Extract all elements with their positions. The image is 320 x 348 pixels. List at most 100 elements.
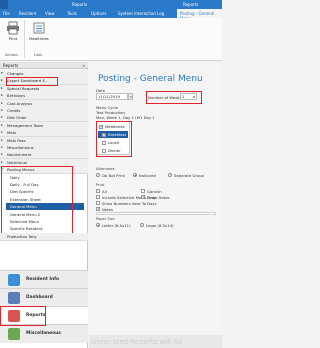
nav-section-label: Dashboard — [26, 295, 53, 300]
tab-view[interactable]: View — [45, 11, 55, 16]
tab-options[interactable]: Options — [91, 11, 106, 16]
paper-size-label: Paper Size — [96, 217, 115, 221]
expand-icon[interactable]: ▸ — [1, 151, 3, 158]
print-option-label: Show Dates — [147, 195, 170, 200]
print-option-checkbox-include-selective-menu-only[interactable] — [96, 195, 100, 199]
print-label: Print — [8, 36, 18, 41]
print-option-checkbox-all[interactable] — [96, 189, 100, 193]
window-title-right: Reports — [183, 2, 199, 7]
alternates-radio-do-not-print[interactable] — [96, 173, 100, 177]
nav-section-label: Resident Info — [26, 277, 60, 282]
resident-info-icon — [8, 274, 20, 286]
nav-group-label: Nutritional — [7, 159, 28, 165]
mealtime-checkbox[interactable] — [102, 140, 106, 145]
ribbon-group-actions: Actions — [5, 53, 19, 57]
mealtime-row-breakfast[interactable]: Breakfast — [98, 131, 128, 138]
nav-group-label: Management Team — [7, 122, 44, 128]
nav-group-label: Diet Order — [7, 115, 27, 121]
window-title-left: Reports — [72, 2, 88, 7]
expand-icon[interactable]: ▸ — [1, 144, 3, 151]
mealtime-row-dinner[interactable]: Dinner — [98, 147, 128, 154]
mealtimes-button[interactable]: Mealtimes — [26, 21, 52, 47]
tab-resident[interactable]: Resident — [19, 11, 36, 16]
miscellaneous-icon — [8, 328, 20, 340]
highlight-reports-section — [0, 306, 46, 326]
nav-group-label: Production Tally — [7, 233, 37, 239]
tab-file[interactable]: File — [3, 11, 10, 16]
print-options-label: Print — [96, 183, 105, 187]
paper-size-radio-legal-8-5x14-[interactable] — [140, 223, 144, 227]
nav-section-resident-info[interactable]: Resident Info — [0, 270, 88, 289]
mealtime-checkbox[interactable] — [99, 124, 103, 129]
expand-icon[interactable]: ▸ — [1, 92, 3, 99]
tab-system-interaction-log[interactable]: System Interaction Log — [118, 11, 164, 16]
mealtime-label: Lunch — [108, 140, 120, 145]
expand-icon[interactable]: ▸ — [1, 77, 3, 84]
nav-pane-title: Reports — [3, 63, 19, 68]
alternates-option-label: Italicized — [139, 173, 156, 178]
printer-icon — [7, 21, 19, 35]
expand-icon[interactable]: ▸ — [1, 159, 3, 166]
tab-tools[interactable]: Tools — [67, 11, 77, 16]
paper-size-label-option: Legal (8.5x14) — [146, 223, 174, 228]
nav-group-production-tally[interactable]: Production Tally — [0, 232, 88, 241]
menu-cycle-line-2: Mon, Week 1, Day 1 (M1 Day 1 — [96, 115, 155, 120]
paper-size-radio-letter-8-5x11-[interactable] — [96, 223, 100, 227]
nav-group-label: Nourishment — [7, 152, 32, 158]
date-field[interactable]: 11/11/2019 — [96, 93, 128, 100]
notes-textbox[interactable] — [96, 212, 216, 215]
generated-reports-banner: Generated Reports will Ap — [89, 335, 222, 348]
date-dropdown-button[interactable]: ▾ — [128, 93, 133, 100]
alternates-radio-separate-group[interactable] — [168, 173, 172, 177]
nav-section-dashboard[interactable]: Dashboard — [0, 288, 88, 307]
highlight-posting-menus — [1, 166, 73, 235]
print-option-checkbox-notes[interactable] — [96, 206, 100, 211]
app-menu-button[interactable] — [0, 0, 8, 9]
title-bar: Reports Reports — [0, 0, 222, 9]
weeks-spinner[interactable]: 1 ⇵ — [180, 93, 197, 100]
weeks-value: 1 — [182, 94, 185, 99]
nav-group-label: Meal Pass — [7, 137, 26, 143]
alternates-radio-italicized[interactable] — [133, 173, 137, 177]
nav-group-label: Birthdays — [7, 93, 26, 99]
nav-group-label: Changes — [7, 71, 24, 76]
chevron-down-icon: ▾ — [130, 95, 132, 99]
nav-group-label: Miscellaneous — [7, 145, 34, 150]
print-button[interactable]: Print — [2, 21, 24, 47]
mealtime-checkbox[interactable] — [102, 148, 106, 153]
nav-pane-header: Reports « — [0, 62, 88, 69]
mealtime-row-mealtimes[interactable]: Mealtimes — [98, 123, 128, 130]
ribbon: Print Mealtimes Actions Look — [0, 18, 222, 61]
ribbon-group-look: Look — [34, 53, 43, 57]
print-option-checkbox-show-numbers-next-to-days[interactable] — [96, 201, 100, 205]
nav-section-miscellaneous[interactable]: Miscellaneous — [0, 324, 88, 343]
print-option-checkbox-show-dates[interactable] — [141, 194, 145, 199]
collapse-pane-icon[interactable]: « — [83, 63, 85, 68]
expand-icon[interactable]: ▸ — [1, 129, 3, 136]
expand-icon[interactable]: ▸ — [1, 85, 3, 92]
nav-group-label: Credits — [7, 108, 21, 113]
ribbon-divider — [24, 20, 25, 58]
expand-icon[interactable]: ▸ — [1, 122, 3, 129]
mealtime-row-lunch[interactable]: Lunch — [98, 139, 128, 146]
weeks-label: Number of Weeks: — [148, 95, 183, 100]
mealtime-checkbox[interactable] — [102, 132, 106, 137]
expand-icon[interactable]: ▸ — [1, 137, 3, 144]
alternates-option-label: Do Not Print — [102, 173, 126, 178]
mealtime-label: Dinner — [108, 148, 121, 153]
print-option-label: All — [102, 189, 107, 194]
expand-icon[interactable]: ▸ — [1, 100, 3, 107]
print-option-checkbox-garnish[interactable] — [141, 189, 145, 193]
expanded-icon[interactable]: ▾ — [1, 70, 3, 77]
paper-size-label-option: Letter (8.5x11) — [102, 223, 131, 228]
expand-icon[interactable]: ▸ — [1, 114, 3, 121]
nav-section-label: Miscellaneous — [26, 331, 61, 336]
expand-icon[interactable]: ▸ — [1, 107, 3, 114]
mealtimes-label: Mealtimes — [29, 36, 49, 41]
nav-group-label: Cost Analysis — [7, 100, 33, 106]
print-option-label: Show Numbers Next To Days — [102, 201, 157, 206]
alternates-label: Alternates — [96, 167, 115, 171]
spinner-arrows-icon: ⇵ — [192, 95, 195, 99]
print-option-label: Garnish — [147, 189, 162, 194]
tab-posting-general-menu[interactable]: Posting - General Menu — [177, 9, 222, 21]
